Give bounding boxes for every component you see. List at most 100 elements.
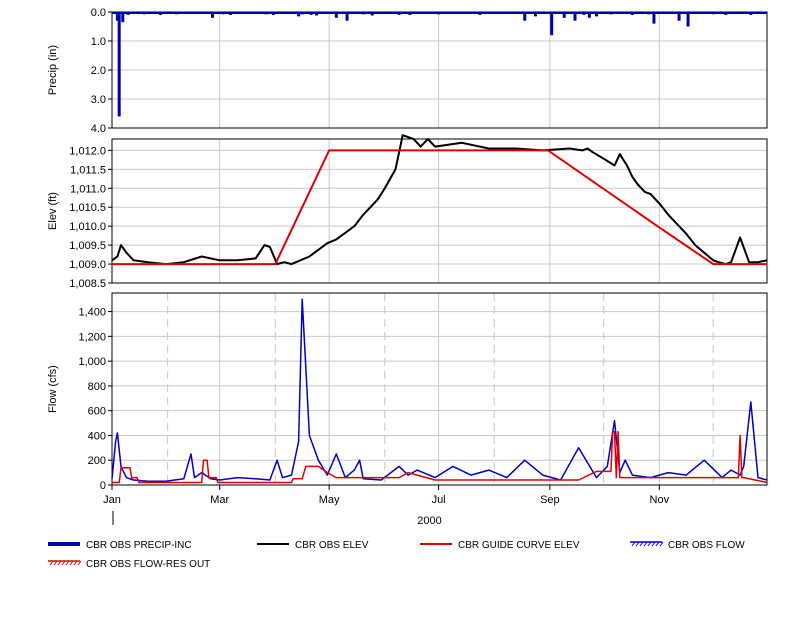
- series-point: [542, 474, 544, 476]
- panel-flow: 0 200 400 600 800 1,000 1,200 1,400 Flow (cfs): [47, 292, 768, 492]
- series-point: [741, 476, 743, 479]
- series-point: [656, 225, 659, 227]
- series-point: [305, 465, 307, 468]
- y-axis-label: Flow (cfs): [47, 365, 59, 413]
- x-tick-label: Jul: [432, 494, 446, 506]
- series-point: [766, 263, 768, 265]
- legend-label: CBR GUIDE CURVE ELEV: [458, 540, 580, 551]
- series-point: [676, 223, 678, 225]
- series-point: [165, 480, 167, 482]
- precip-bar: [221, 12, 225, 15]
- y-axis-label: Precip (in): [47, 45, 59, 95]
- series-point: [129, 467, 131, 469]
- precip-bar: [426, 12, 430, 14]
- precip-bar: [523, 12, 527, 21]
- precip-bar: [309, 12, 313, 15]
- precip-bar: [153, 12, 157, 14]
- precip-bar: [756, 12, 760, 14]
- series-point: [613, 431, 616, 433]
- series-point: [407, 472, 409, 474]
- series-point: [488, 469, 490, 471]
- x-tick-label: Mar: [210, 494, 229, 506]
- x-tick-label: Nov: [650, 494, 670, 506]
- precip-bar: [478, 12, 482, 15]
- series-point: [581, 149, 583, 151]
- precip-bar: [291, 12, 295, 14]
- precip-bar: [175, 12, 179, 15]
- series-point: [461, 142, 463, 144]
- series-point: [730, 469, 732, 471]
- precip-bar: [455, 12, 459, 14]
- series-point: [116, 432, 118, 434]
- series-point: [111, 478, 113, 480]
- series-point: [694, 244, 696, 246]
- panel-elev: 1,008.5 1,009.0 1,009.5 1,010.0 1,010.5 1,011…: [47, 134, 768, 290]
- series-point: [420, 145, 422, 148]
- series-point: [658, 202, 660, 205]
- precip-bar: [638, 12, 642, 14]
- precip-bar: [623, 12, 627, 14]
- precip-bar: [609, 12, 613, 15]
- precip-bar: [711, 12, 715, 15]
- series-point: [667, 472, 669, 474]
- series-point: [412, 138, 415, 140]
- precip-bar: [582, 12, 586, 15]
- y-tick-label: 2.0: [91, 65, 106, 77]
- precip-bar: [158, 12, 162, 15]
- y-tick-label: 1,009.0: [69, 259, 106, 271]
- precip-bar: [630, 12, 634, 15]
- series-point: [120, 467, 122, 469]
- precip-bar: [501, 12, 505, 14]
- series-point: [210, 478, 212, 480]
- y-tick-label: 4.0: [91, 123, 106, 135]
- x-tick-label: May: [319, 494, 340, 506]
- precip-bar: [573, 12, 577, 21]
- series-point: [183, 261, 185, 263]
- series-point: [743, 476, 745, 479]
- legend-item: CBR OBS FLOW-RES OUT: [48, 559, 210, 570]
- precip-bar: [361, 12, 365, 15]
- series-point: [613, 164, 616, 167]
- series-point: [394, 168, 397, 170]
- series-point: [245, 263, 248, 265]
- series-point: [292, 478, 294, 480]
- series-point: [290, 481, 293, 484]
- series-point: [204, 474, 206, 476]
- legend-label: CBR OBS PRECIP-INC: [86, 540, 192, 551]
- series-point: [301, 298, 303, 300]
- series-point: [712, 259, 714, 261]
- series-point: [631, 176, 634, 178]
- y-tick-label: 0.0: [91, 7, 106, 19]
- series-point: [201, 255, 203, 258]
- series-point: [219, 259, 221, 261]
- series-point: [269, 479, 271, 481]
- series-point: [308, 434, 310, 437]
- series-point: [136, 476, 138, 479]
- precip-bar: [370, 12, 374, 16]
- series-point: [703, 252, 705, 254]
- series-point: [515, 147, 517, 150]
- series-point: [335, 476, 337, 479]
- series-point: [619, 153, 621, 155]
- series-point: [147, 480, 149, 482]
- series-point: [111, 481, 113, 484]
- precip-bar: [126, 12, 130, 15]
- precip-bar: [334, 12, 338, 18]
- series-point: [120, 244, 122, 246]
- series-point: [743, 465, 745, 468]
- precip-bar: [297, 12, 301, 17]
- precip-bar: [245, 12, 249, 14]
- series-point: [577, 447, 580, 449]
- precip-bar: [724, 12, 728, 15]
- series-point: [132, 479, 135, 481]
- series-point: [118, 481, 120, 484]
- series-point: [748, 261, 750, 263]
- series-point: [586, 147, 589, 150]
- series-point: [147, 261, 149, 263]
- series-point: [737, 476, 739, 479]
- x-tick-label: Sep: [540, 494, 560, 506]
- series-point: [384, 187, 386, 189]
- precip-bar: [668, 12, 672, 14]
- series-point: [631, 474, 634, 476]
- y-tick-label: 1,400: [78, 307, 106, 319]
